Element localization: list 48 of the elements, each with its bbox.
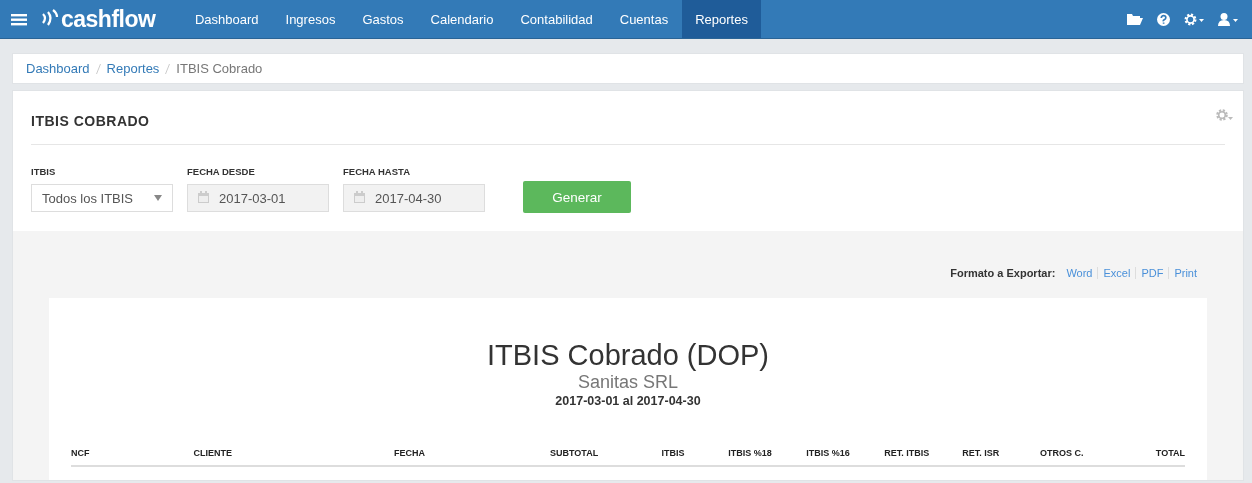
nav-tab[interactable]: Gastos [348,0,418,38]
column-header: ITBIS %16 [806,448,885,466]
brand-name[interactable]: cashflow [61,5,156,33]
gear-icon[interactable] [1184,12,1204,26]
nav-tab[interactable]: Cuentas [606,0,682,38]
calendar-icon [198,190,209,206]
nav-tab[interactable]: Contabilidad [506,0,607,38]
export-label: Formato a Exportar: [950,267,1056,279]
export-link[interactable]: Word [1061,267,1098,279]
panel-title: ITBIS COBRADO [31,112,150,129]
help-icon[interactable] [1157,12,1170,26]
field-label: ITBIS [31,166,57,177]
field-label: FECHA DESDE [187,166,256,177]
column-header: TOTAL [1118,448,1185,466]
menu-icon[interactable] [11,12,27,26]
column-header: FECHA [394,448,550,466]
export-link[interactable]: PDF [1135,267,1169,279]
breadcrumb-link[interactable]: Dashboard [26,61,90,76]
column-header: NCF [71,448,194,466]
nav-tab[interactable]: Dashboard [181,0,273,38]
date-field[interactable]: 2017-03-01 [187,184,329,212]
slash-icon [95,63,101,74]
column-header: CLIENTE [193,448,395,466]
breadcrumb-link[interactable]: Reportes [106,61,160,76]
field-label: FECHA HASTA [343,166,412,177]
column-header: SUBTOTAL [550,448,662,466]
nav-tab[interactable]: Reportes [681,0,762,38]
column-header: ITBIS [661,448,729,466]
caret-icon [154,195,162,201]
user-icon[interactable] [1218,12,1238,26]
column-header: RET. ITBIS [884,448,963,466]
breadcrumb-current: ITBIS Cobrado [176,61,263,76]
column-header: OTROS C. [1040,448,1119,466]
calendar-icon [354,190,365,206]
report-period: 2017-03-01 al 2017-04-30 [554,394,702,408]
select-field[interactable]: Todos los ITBIS [31,184,173,212]
report-title: ITBIS Cobrado (DOP) [486,338,770,372]
date-field[interactable]: 2017-04-30 [343,184,485,212]
nav-tab[interactable]: Calendario [417,0,507,38]
slash-icon [165,63,171,74]
export-link[interactable]: Print [1168,267,1202,279]
column-header: RET. ISR [962,448,1041,466]
generate-button[interactable]: Generar [523,181,631,213]
nav-tab[interactable]: Ingresos [272,0,349,38]
export-link[interactable]: Excel [1097,267,1136,279]
folder-icon[interactable] [1127,13,1143,25]
column-header: ITBIS %18 [728,448,807,466]
company-name: Sanitas SRL [576,372,680,392]
